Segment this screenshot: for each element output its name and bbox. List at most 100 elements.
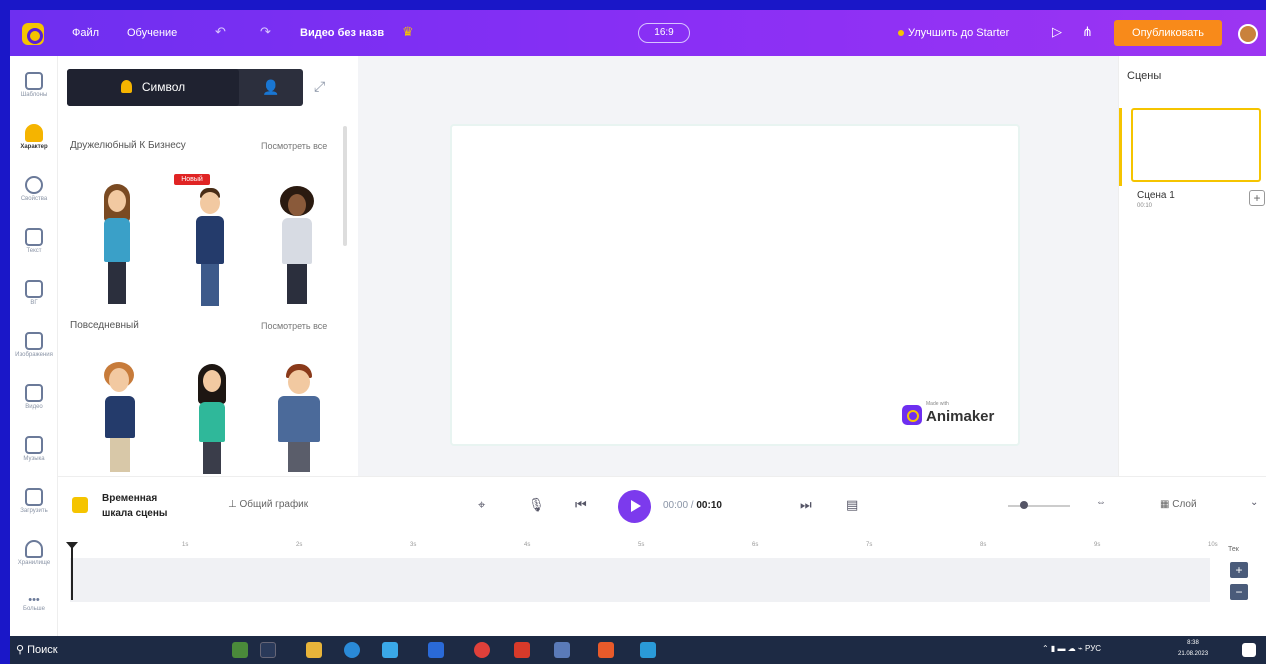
zoom-out-button[interactable]: − [1230,584,1248,600]
tab-user-character[interactable]: 👤 [239,69,303,106]
nav-label: Хранилище [17,560,51,566]
explorer-icon[interactable] [306,642,322,658]
user-icon: 👤 [262,79,280,95]
character-business-woman[interactable] [98,184,138,306]
fit-icon[interactable]: ⇔ [1096,497,1106,508]
work-area: Made with Animaker [358,56,1118,476]
nav-more[interactable]: ••• Больше [10,586,58,636]
character-business-woman-2[interactable] [276,186,320,308]
add-scene-button[interactable]: + [1249,190,1265,206]
layer-dropdown[interactable]: ▦ Слой [1160,499,1197,510]
layer-icon: ▦ [1160,499,1173,510]
character-casual-3[interactable] [274,364,324,476]
mail-icon[interactable] [428,642,444,658]
scene-canvas[interactable]: Made with Animaker [450,124,1020,446]
yandex-icon[interactable] [474,642,490,658]
nav-video[interactable]: Видео [10,378,58,428]
tray-icons: ⌃ ▮ ▬ ☁ ⌁ [1042,644,1086,653]
app-lightblue-icon[interactable] [640,642,656,658]
backgrounds-icon [25,332,43,350]
bg-icon [25,280,43,298]
redo-icon[interactable]: ↷ [260,24,271,40]
nav-text[interactable]: Текст [10,222,58,272]
timeline-ruler: 1s 2s 3s 4s 5s 6s 7s 8s 9s 10s [70,540,1218,558]
left-nav: Шаблоны Характер Свойства Текст ВГ Изобр… [10,56,58,636]
animaker-watermark-icon [902,405,922,425]
tab-symbol[interactable]: Символ [67,69,239,106]
tutorial-menu[interactable]: Обучение [127,27,177,39]
nav-music[interactable]: Музыка [10,430,58,480]
see-all-business[interactable]: Посмотреть все [261,141,327,151]
nav-images[interactable]: Изображения [10,326,58,376]
scene-thumbnail[interactable] [1131,108,1261,182]
camera-icon[interactable]: ⌖ [478,497,485,513]
video-icon [25,384,43,402]
music-icon [25,436,43,454]
nav-character[interactable]: Характер [10,118,58,168]
template-icon [25,72,43,90]
clock[interactable]: 8:38 21.08.2023 [1178,638,1208,660]
app-orange-icon[interactable] [598,642,614,658]
taskbar-search[interactable]: ⚲ Поиск [16,643,58,656]
zoom-knob[interactable] [1020,501,1028,509]
zoom-in-button[interactable]: + [1230,562,1248,578]
crown-icon: ♛ [402,24,414,39]
nav-bg[interactable]: ВГ [10,274,58,324]
timeline-tick: 3s [410,542,417,548]
upgrade-label: Улучшить до Starter [908,27,1010,39]
playhead[interactable] [66,542,78,600]
character-business-man[interactable] [190,186,230,308]
expand-icon[interactable]: ⤢ [314,78,334,98]
panel-scrollbar[interactable] [343,126,347,246]
task-view-icon[interactable] [260,642,276,658]
scene-name[interactable]: Сцена 1 [1137,190,1175,201]
subtitles-icon[interactable]: ▤ [846,497,858,513]
timeline-tick: 1s [182,542,189,548]
zoom-slider[interactable] [1008,501,1070,509]
undo-icon[interactable]: ↶ [215,24,226,40]
system-tray[interactable]: ⌃ ▮ ▬ ☁ ⌁ РУС [1042,644,1101,653]
taskbar-app-icon[interactable] [232,642,248,658]
scene-timeline-toggle[interactable]: Временная шкала сцены [102,491,167,521]
chevron-down-icon[interactable]: ⌄ [1250,497,1258,508]
nav-label: ВГ [30,300,38,306]
skip-forward-icon[interactable]: ⏭ [800,497,812,513]
timeline-track[interactable] [70,558,1210,602]
common-graph-button[interactable]: ⊥ Общий график [228,499,308,510]
microphone-icon[interactable]: 🎙 [528,497,545,513]
animaker-logo-icon[interactable] [22,23,44,45]
see-all-casual[interactable]: Посмотреть все [261,321,327,331]
time-total: 00:10 [696,500,722,511]
nav-upload[interactable]: Загрузить [10,482,58,532]
upload-icon [25,488,43,506]
edge-icon[interactable] [344,642,360,658]
play-button[interactable] [618,490,651,523]
nav-label: Шаблоны [20,92,48,98]
graph-icon: ⊥ [228,499,240,510]
notification-icon[interactable] [1242,643,1256,657]
file-menu[interactable]: Файл [72,27,99,39]
character-casual-1[interactable] [100,362,140,474]
clock-date: 21.08.2023 [1178,651,1209,657]
tab-symbol-label: Символ [141,80,186,94]
nav-templates[interactable]: Шаблоны [10,66,58,116]
nav-storage[interactable]: Хранилище [10,534,58,584]
nav-label: Свойства [20,196,48,202]
share-icon[interactable]: ⋔ [1082,24,1093,40]
preview-icon[interactable]: ▷ [1052,24,1062,40]
project-title[interactable]: Видео без назв [300,27,384,39]
publish-button[interactable]: Опубликовать [1114,20,1222,46]
timeline-tick: 7s [866,542,873,548]
nav-label: Изображения [15,352,53,358]
character-casual-2[interactable] [192,364,232,476]
user-avatar[interactable] [1238,24,1258,44]
store-icon[interactable] [382,642,398,658]
upgrade-link[interactable]: Улучшить до Starter [898,27,1009,39]
nav-properties[interactable]: Свойства [10,170,58,220]
app-blue-icon[interactable] [554,642,570,658]
skip-back-icon[interactable]: ⏮ [575,497,587,513]
clock-time: 8:38 [1187,640,1199,646]
top-bar: Файл Обучение ↶ ↷ Видео без назв ♛ 16:9 … [10,10,1266,56]
app-red-icon[interactable] [514,642,530,658]
aspect-ratio-button[interactable]: 16:9 [638,23,690,43]
